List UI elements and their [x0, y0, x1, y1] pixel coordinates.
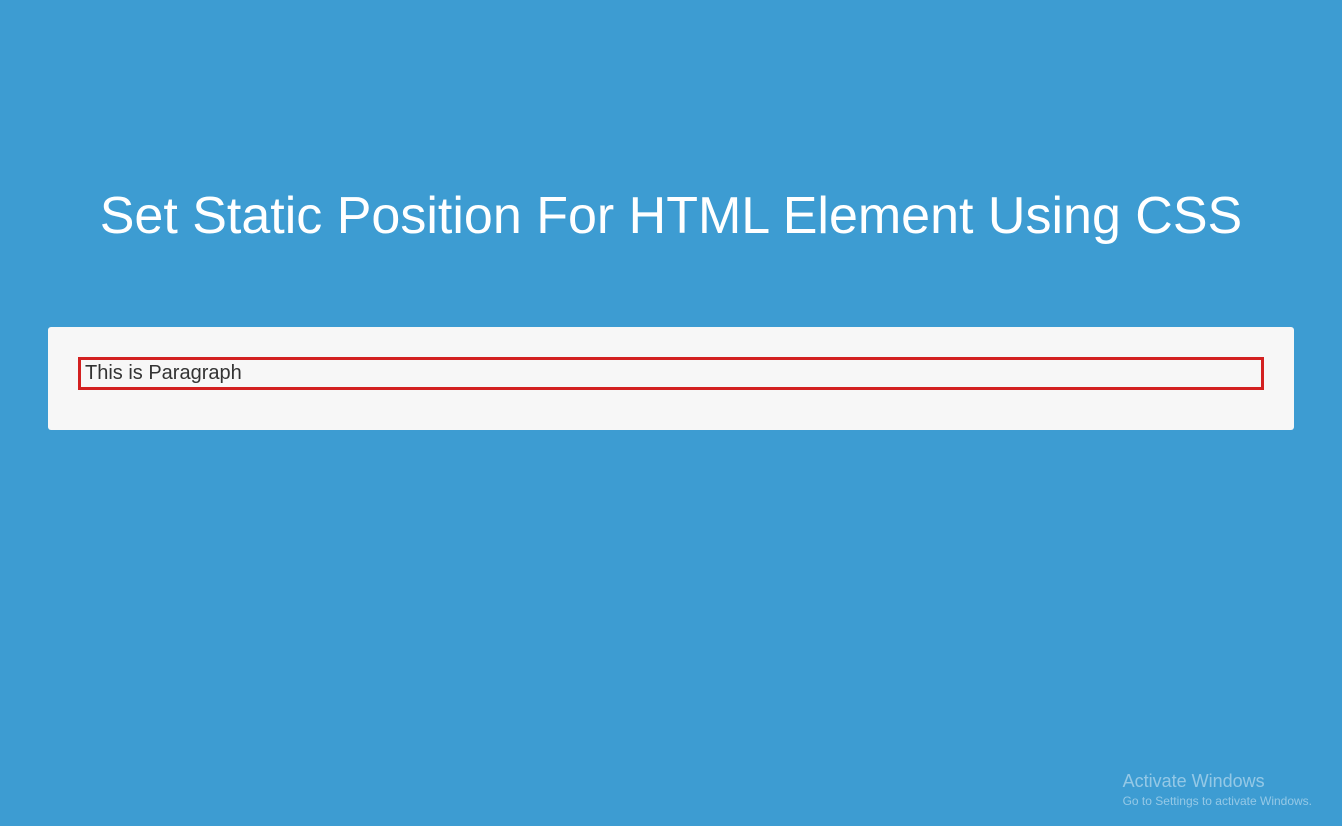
watermark-title: Activate Windows: [1123, 771, 1312, 792]
watermark-subtitle: Go to Settings to activate Windows.: [1123, 794, 1312, 808]
paragraph-box: This is Paragraph: [78, 357, 1264, 390]
windows-activation-watermark: Activate Windows Go to Settings to activ…: [1123, 771, 1312, 808]
page-heading: Set Static Position For HTML Element Usi…: [0, 185, 1342, 247]
content-panel: This is Paragraph: [48, 327, 1294, 430]
